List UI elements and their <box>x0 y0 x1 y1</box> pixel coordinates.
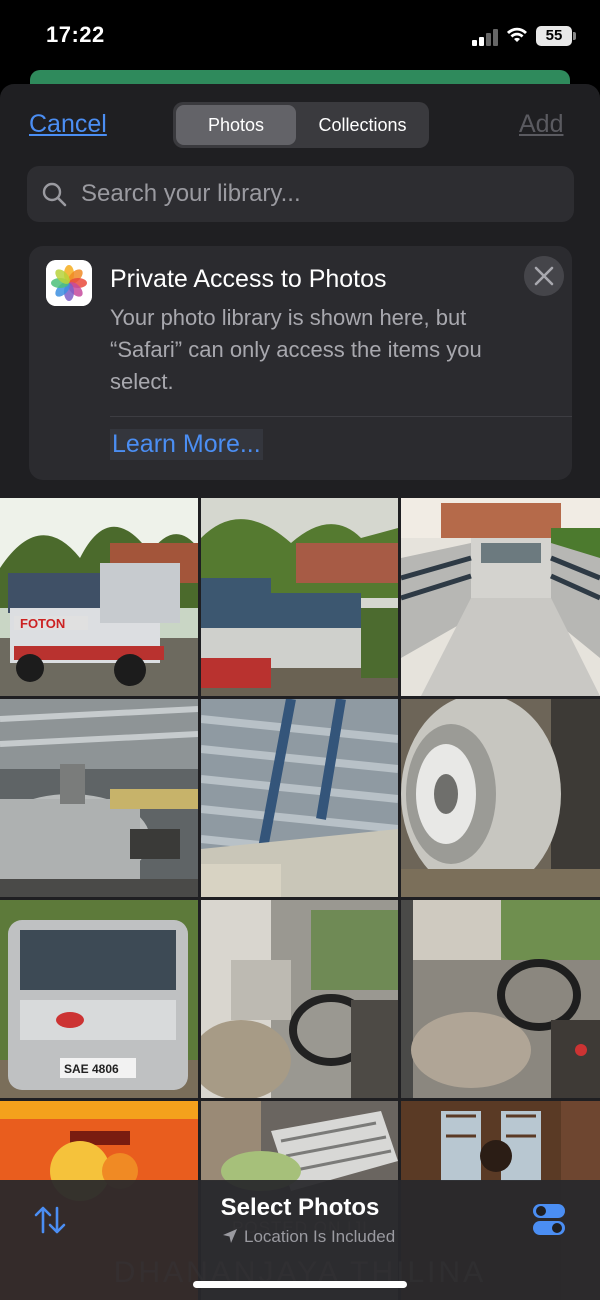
photo-thumbnail-rear-tyre[interactable] <box>401 699 600 897</box>
add-button[interactable]: Add <box>519 110 563 139</box>
banner-description: Your photo library is shown here, but “S… <box>110 305 482 394</box>
tab-photos[interactable]: Photos <box>176 105 296 145</box>
photo-thumbnail-fuel-tank[interactable] <box>0 699 198 897</box>
photo-thumbnail-cargo-floor[interactable] <box>201 699 398 897</box>
picker-nav-bar: Cancel Photos Collections Add <box>0 84 600 168</box>
segmented-control: Photos Collections <box>173 102 429 148</box>
options-toggle-icon[interactable] <box>530 1200 568 1238</box>
private-access-banner: Private Access to Photos Your photo libr… <box>29 246 572 480</box>
search-bar[interactable] <box>27 166 574 222</box>
banner-title: Private Access to Photos <box>110 265 387 293</box>
photo-thumbnail-steering-wheel[interactable] <box>401 900 600 1098</box>
cancel-button[interactable]: Cancel <box>29 110 107 139</box>
battery-icon: 55 <box>536 26 576 46</box>
tab-collections[interactable]: Collections <box>299 105 426 145</box>
svg-text:FOTON: FOTON <box>20 616 65 631</box>
photo-thumbnail-van-front[interactable]: SAE 4806 <box>0 900 198 1098</box>
wifi-icon <box>507 27 527 42</box>
learn-more-link[interactable]: Learn More... <box>110 429 263 460</box>
cellular-signal-icon <box>472 28 500 46</box>
photo-thumbnail-lorry-side[interactable] <box>201 498 398 696</box>
search-icon <box>42 182 67 207</box>
home-indicator[interactable] <box>193 1281 407 1288</box>
location-included-label[interactable]: Location Is Included <box>222 1227 395 1247</box>
photo-thumbnail-lorry-front[interactable]: FOTON <box>0 498 198 696</box>
search-input[interactable] <box>81 166 551 222</box>
bottom-toolbar: Select Photos Location Is Included <box>0 1180 600 1300</box>
select-photos-title: Select Photos <box>220 1194 380 1221</box>
photo-picker-sheet: Cancel Photos Collections Add Search you… <box>0 84 600 1300</box>
location-arrow-icon <box>223 1229 237 1243</box>
status-bar: 17:22 55 <box>0 0 600 70</box>
close-icon[interactable] <box>524 256 564 296</box>
location-included-text: Location Is Included <box>244 1227 396 1246</box>
svg-text:SAE 4806: SAE 4806 <box>64 1062 119 1076</box>
photo-thumbnail-cargo-bed[interactable] <box>401 498 600 696</box>
photos-app-icon <box>46 260 92 306</box>
status-time: 17:22 <box>46 22 105 47</box>
photo-thumbnail-cab-seat[interactable] <box>201 900 398 1098</box>
banner-divider <box>110 416 572 417</box>
